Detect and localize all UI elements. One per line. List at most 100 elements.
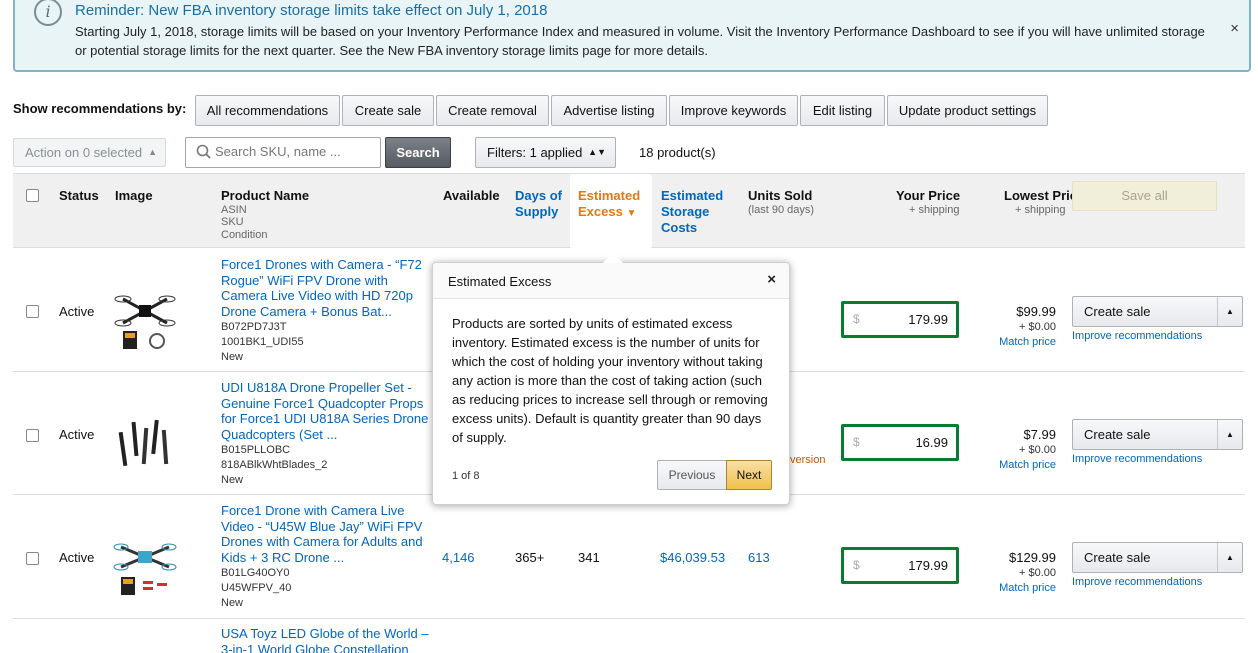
table-row: Active Force1 Drone with Camera Live Vid… <box>13 495 1245 619</box>
your-price-input[interactable]: $ 179.99 <box>841 547 959 584</box>
product-image[interactable] <box>113 287 177 351</box>
your-price-input[interactable]: $ 179.99 <box>841 301 959 338</box>
popover-header: Estimated Excess × <box>433 263 789 299</box>
header-your-price[interactable]: Your Price <box>896 188 960 204</box>
search-icon <box>196 144 211 159</box>
header-storage-line3: Costs <box>661 220 698 235</box>
filters-label: Filters: 1 applied <box>487 145 583 160</box>
header-available[interactable]: Available <box>443 188 500 204</box>
search-box[interactable] <box>185 137 381 168</box>
header-your-price-sub: + shipping <box>909 204 960 216</box>
advertise-listing-button[interactable]: Advertise listing <box>551 95 667 126</box>
product-name-link[interactable]: USA Toyz LED Globe of the World – 3-in-1… <box>221 626 431 653</box>
improve-keywords-button[interactable]: Improve keywords <box>669 95 798 126</box>
header-estimated-excess[interactable]: Estimated Excess ▼ <box>578 188 640 222</box>
product-condition: New <box>221 474 244 486</box>
header-units-sold[interactable]: Units Sold <box>748 188 812 204</box>
your-price-value: 16.99 <box>915 435 948 450</box>
product-condition: New <box>221 351 244 363</box>
chevron-updown-icon: ▲▼ <box>588 147 606 157</box>
header-days-of-supply[interactable]: Days of Supply <box>515 188 562 220</box>
row-status: Active <box>59 550 95 565</box>
product-sku: 1001BK1_UDI55 <box>221 336 304 348</box>
product-asin: B015PLLOBC <box>221 444 291 456</box>
create-removal-button[interactable]: Create removal <box>436 95 549 126</box>
create-sale-dropdown[interactable]: Create sale ▲ <box>1072 296 1243 327</box>
search-input[interactable] <box>215 144 375 159</box>
row-status: Active <box>59 304 95 319</box>
chevron-updown-icon[interactable]: ▲ <box>1217 543 1242 572</box>
recommendation-note[interactable]: version <box>790 454 825 466</box>
improve-recommendations-link[interactable]: Improve recommendations <box>1072 453 1202 465</box>
row-checkbox[interactable] <box>26 305 39 318</box>
create-sale-dropdown[interactable]: Create sale ▲ <box>1072 542 1243 573</box>
storage-costs-link[interactable]: $46,039.53 <box>660 550 725 565</box>
product-asin: B072PD7J3T <box>221 321 287 333</box>
match-price-link[interactable]: Match price <box>999 582 1056 594</box>
lowest-price: $129.99 <box>1009 550 1056 565</box>
create-sale-dropdown[interactable]: Create sale ▲ <box>1072 419 1243 450</box>
row-checkbox[interactable] <box>26 429 39 442</box>
update-product-settings-button[interactable]: Update product settings <box>887 95 1048 126</box>
row-checkbox[interactable] <box>26 552 39 565</box>
header-product-name[interactable]: Product Name <box>221 188 309 204</box>
product-sku: 818ABlkWhtBlades_2 <box>221 459 328 471</box>
close-icon[interactable]: × <box>1230 20 1239 37</box>
match-price-link[interactable]: Match price <box>999 459 1056 471</box>
save-all-button[interactable]: Save all <box>1072 181 1217 211</box>
chevron-updown-icon: ▲ <box>148 147 157 157</box>
product-asin: B01LG40OY0 <box>221 567 290 579</box>
product-name-link[interactable]: Force1 Drone with Camera Live Video - “U… <box>221 503 431 565</box>
sort-down-icon: ▼ <box>626 208 637 219</box>
info-icon: i <box>34 0 62 26</box>
header-storage-line1: Estimated <box>661 188 724 203</box>
estimated-excess-popover: Estimated Excess × Products are sorted b… <box>432 262 790 505</box>
product-image[interactable] <box>113 410 177 474</box>
header-units-sold-sub: (last 90 days) <box>748 204 815 216</box>
match-price-link[interactable]: Match price <box>999 336 1056 348</box>
create-sale-label: Create sale <box>1084 304 1151 319</box>
search-button[interactable]: Search <box>385 137 451 168</box>
select-all-checkbox[interactable] <box>26 189 39 202</box>
next-button[interactable]: Next <box>726 460 772 490</box>
header-lowest-price-sub: + shipping <box>1015 204 1066 216</box>
previous-button[interactable]: Previous <box>657 460 727 490</box>
popover-body: Products are sorted by units of estimate… <box>452 316 768 445</box>
lowest-shipping: + $0.00 <box>1018 567 1056 579</box>
your-price-value: 179.99 <box>908 312 948 327</box>
improve-recommendations-link[interactable]: Improve recommendations <box>1072 330 1202 342</box>
improve-recommendations-link[interactable]: Improve recommendations <box>1072 576 1202 588</box>
create-sale-label: Create sale <box>1084 550 1151 565</box>
header-excess-line1: Estimated <box>578 188 641 203</box>
create-sale-filter-button[interactable]: Create sale <box>342 95 434 126</box>
product-name-link[interactable]: UDI U818A Drone Propeller Set - Genuine … <box>221 380 431 442</box>
chevron-updown-icon[interactable]: ▲ <box>1217 420 1242 449</box>
banner-body: Starting July 1, 2018, storage limits wi… <box>75 24 1205 58</box>
close-icon[interactable]: × <box>767 271 776 288</box>
units-sold-link[interactable]: 613 <box>748 550 770 565</box>
header-status[interactable]: Status <box>59 188 99 204</box>
lowest-shipping: + $0.00 <box>1018 321 1056 333</box>
available-link[interactable]: 4,146 <box>442 550 475 565</box>
header-estimated-storage-costs[interactable]: Estimated Storage Costs <box>661 188 723 236</box>
table-row: USA Toyz LED Globe of the World – 3-in-1… <box>13 619 1245 653</box>
product-image[interactable] <box>113 533 177 597</box>
header-image: Image <box>115 188 153 203</box>
storage-limits-banner: i Reminder: New FBA inventory storage li… <box>13 0 1251 72</box>
edit-listing-button[interactable]: Edit listing <box>800 95 885 126</box>
currency-symbol: $ <box>853 558 860 572</box>
header-storage-line2: Storage <box>661 204 710 219</box>
product-sku: U45WFPV_40 <box>221 582 292 594</box>
header-sku: SKU <box>221 216 244 228</box>
chevron-updown-icon[interactable]: ▲ <box>1217 297 1242 326</box>
all-recommendations-button[interactable]: All recommendations <box>195 95 340 126</box>
product-name-link[interactable]: Force1 Drones with Camera - “F72 Rogue” … <box>221 257 431 319</box>
popover-title: Estimated Excess <box>448 274 552 289</box>
bulk-action-select[interactable]: Action on 0 selected ▲ <box>13 138 166 167</box>
banner-title[interactable]: Reminder: New FBA inventory storage limi… <box>75 2 547 19</box>
popover-page-indicator: 1 of 8 <box>452 470 480 482</box>
lowest-shipping: + $0.00 <box>1018 444 1056 456</box>
your-price-input[interactable]: $ 16.99 <box>841 424 959 461</box>
days-of-supply: 365+ <box>515 550 545 565</box>
filters-dropdown[interactable]: Filters: 1 applied ▲▼ <box>475 137 616 168</box>
